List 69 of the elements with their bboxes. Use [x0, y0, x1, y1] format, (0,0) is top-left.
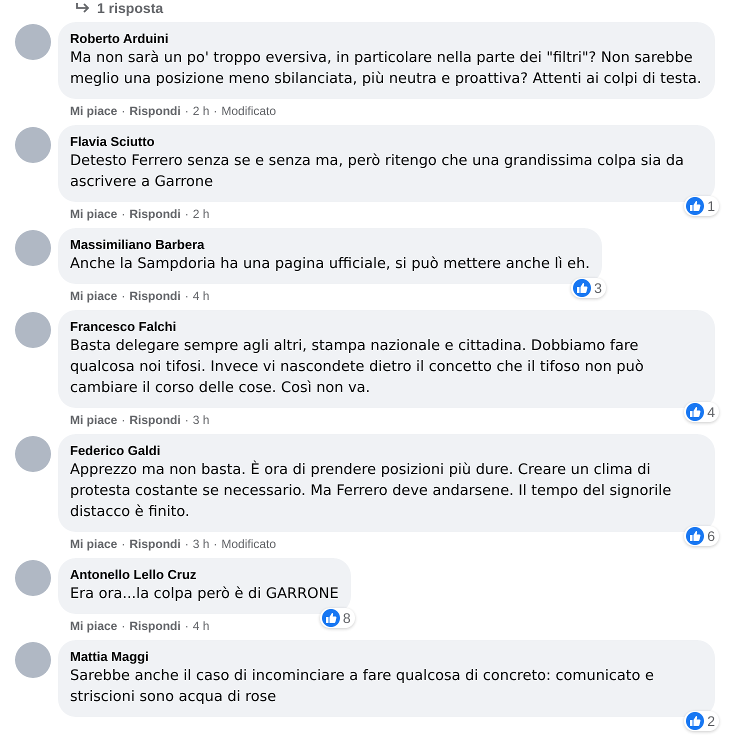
author-name[interactable]: Antonello Lello Cruz [70, 566, 339, 584]
comment-text: Era ora...la colpa però è di GARRONE [70, 585, 339, 604]
thumbs-up-icon [322, 609, 340, 627]
author-name[interactable]: Federico Galdi [70, 442, 703, 460]
reply-link[interactable]: Rispondi [129, 103, 181, 119]
comment-text: Sarebbe anche il caso di incominciare a fare qualcosa di concreto: comunicato e striscioni sono acqua di rose [70, 667, 655, 707]
avatar-placeholder[interactable] [15, 560, 51, 596]
separator-dot: · [121, 618, 126, 634]
reaction-badge[interactable]: 8 [320, 608, 355, 628]
separator-dot: · [184, 536, 189, 552]
thumbs-up-icon [686, 403, 704, 421]
like-link[interactable]: Mi piace [70, 288, 118, 304]
edited-label[interactable]: Modificato [221, 536, 276, 552]
reply-link[interactable]: Rispondi [129, 536, 181, 552]
avatar-placeholder[interactable] [15, 436, 51, 472]
separator-dot: · [121, 412, 126, 428]
separator-dot: · [121, 206, 126, 222]
thumbs-up-icon [573, 279, 592, 297]
timestamp[interactable]: 2 h [192, 206, 210, 222]
comment-text: Anche la Sampdoria ha una pagina ufficiale, si può mettere anche lì eh. [70, 255, 590, 274]
reply-link[interactable]: Rispondi [129, 288, 181, 304]
replies-link[interactable]: 1 risposta [97, 0, 164, 16]
timestamp[interactable]: 3 h [192, 412, 210, 428]
thumbs-up-icon [686, 527, 704, 545]
comment-text: Apprezzo ma non basta. È ora di prendere posizioni più dure. Creare un clima di protesta costante se necessario. Ma Ferrero deve andarsene. Il tempo del signorile distacco è finito. [70, 460, 672, 522]
edited-label[interactable]: Modificato [221, 103, 276, 119]
reaction-badge[interactable]: 4 [684, 402, 719, 422]
avatar-placeholder[interactable] [15, 24, 51, 60]
separator-dot: · [213, 103, 218, 119]
reaction-badge[interactable]: 3 [571, 278, 606, 298]
separator-dot: · [184, 206, 189, 222]
author-name[interactable]: Francesco Falchi [70, 318, 703, 336]
comment-text: Basta delegare sempre agli altri, stampa nazionale e cittadina. Dobbiamo fare qualcosa noi tifosi. Invece vi nascondete dietro il concetto che il tifoso non può cambiare il corso delle cose. Così non va. [70, 337, 645, 398]
like-link[interactable]: Mi piace [70, 412, 118, 428]
author-name[interactable]: Flavia Sciutto [70, 133, 703, 151]
separator-dot: · [184, 618, 189, 634]
separator-dot: · [184, 103, 189, 119]
comment-text: Detesto Ferrero senza se e senza ma, però ritengo che una grandissima colpa sia da ascrivere a Garrone [70, 152, 685, 192]
timestamp[interactable]: 2 h [192, 103, 210, 119]
separator-dot: · [184, 288, 189, 304]
avatar-placeholder[interactable] [15, 230, 51, 266]
author-name[interactable]: Mattia Maggi [70, 648, 703, 666]
reaction-badge[interactable]: 1 [684, 196, 719, 216]
reaction-badge[interactable]: 2 [684, 711, 719, 731]
avatar-placeholder[interactable] [15, 312, 51, 348]
timestamp[interactable]: 4 h [192, 288, 210, 304]
thumbs-up-icon [686, 712, 704, 730]
thumbs-up-icon [686, 197, 704, 215]
like-link[interactable]: Mi piace [70, 536, 118, 552]
like-link[interactable]: Mi piace [70, 618, 118, 634]
avatar-placeholder[interactable] [15, 127, 51, 163]
author-name[interactable]: Massimiliano Barbera [70, 236, 590, 254]
separator-dot: · [184, 412, 189, 428]
separator-dot: · [213, 536, 218, 552]
separator-dot: · [121, 536, 126, 552]
reaction-badge[interactable]: 6 [684, 526, 719, 546]
comment-text: Ma non sarà un po' troppo eversiva, in particolare nella parte dei "filtri"? Non sarebbe meglio una posizione meno sbilanciata, più neutra e proattiva? Attenti ai colpi di testa. [70, 49, 703, 89]
like-link[interactable]: Mi piace [70, 206, 118, 222]
author-name[interactable]: Roberto Arduini [70, 30, 703, 48]
reply-link[interactable]: Rispondi [129, 412, 181, 428]
timestamp[interactable]: 3 h [192, 536, 210, 552]
avatar-placeholder[interactable] [15, 642, 51, 678]
timestamp[interactable]: 4 h [192, 618, 210, 634]
separator-dot: · [121, 103, 126, 119]
reply-link[interactable]: Rispondi [129, 206, 181, 222]
reply-link[interactable]: Rispondi [129, 618, 181, 634]
separator-dot: · [121, 288, 126, 304]
like-link[interactable]: Mi piace [70, 103, 118, 119]
reply-arrow-icon [75, 2, 91, 14]
